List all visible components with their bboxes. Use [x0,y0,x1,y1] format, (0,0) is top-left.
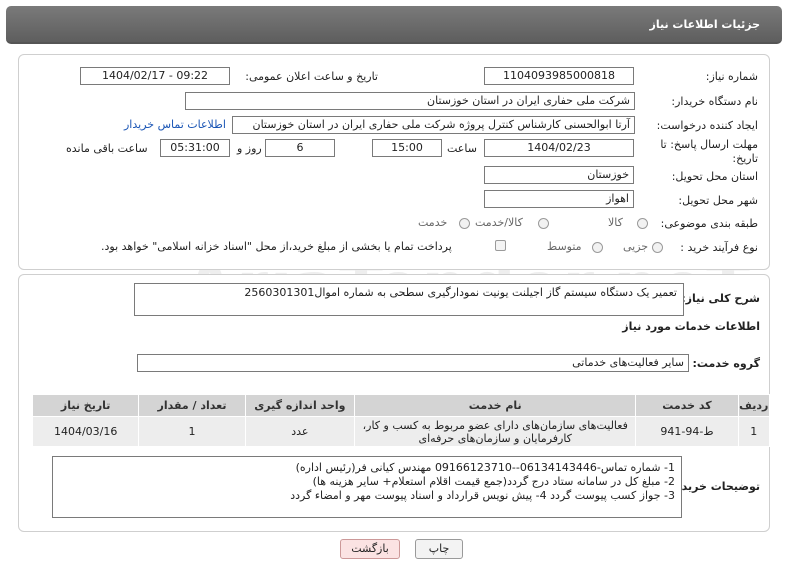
process-minor-label: جزیی [623,240,649,253]
deadline-time-field: 15:00 [372,139,442,157]
need-number-field: 1104093985000818 [484,67,634,85]
days-label: روز و [237,142,262,155]
back-button[interactable]: بازگشت [340,539,400,559]
cell-name-line2: کارفرمایان و سازمان‌های حرفه‌ای [418,431,572,445]
treasury-checkbox[interactable] [495,240,506,251]
remaining-time-field: 05:31:00 [160,139,230,157]
category-service-radio[interactable] [459,218,470,229]
contact-info-link[interactable]: اطلاعات تماس خریدار [124,118,226,131]
header-bar: جزئیات اطلاعات نیاز [6,6,782,44]
services-table: ردیف کد خدمت نام خدمت واحد اندازه گیری ت… [31,394,771,447]
city-field: اهواز [484,190,634,208]
deadline-date-field: 1404/02/23 [484,139,634,157]
category-goods-label: کالا [608,216,623,229]
requester-field: آرتا ابوالحسنی کارشناس کنترل پروژه شرکت … [232,116,635,134]
print-button[interactable]: چاپ [415,539,463,559]
process-minor-radio[interactable] [652,242,663,253]
category-label: طبقه بندی موضوعی: [660,217,758,230]
process-label: نوع فرآیند خرید : [680,241,758,254]
cell-date: 1404/03/16 [31,416,140,447]
remaining-time-label: ساعت باقی مانده [66,142,148,155]
cell-unit: عدد [244,416,356,447]
col-date: تاریخ نیاز [31,394,140,417]
announce-date-field: 1404/02/17 - 09:22 [80,67,230,85]
days-field: 6 [265,139,335,157]
deadline-time-label: ساعت [447,142,477,155]
category-goods-radio[interactable] [637,218,648,229]
col-name: نام خدمت [354,394,637,417]
province-field: خوزستان [484,166,634,184]
need-info-panel [18,54,770,270]
process-medium-label: متوسط [547,240,582,253]
page-title: جزئیات اطلاعات نیاز [649,18,761,31]
buyer-notes-line-1: 1- شماره تماس-06134143446--09166123710 م… [295,461,675,474]
table-row: 1 ط-94-941 فعالیت‌های سازمان‌های دارای ع… [31,416,771,447]
province-label: استان محل تحویل: [671,170,758,183]
buyer-notes-line-2: 2- مبلغ کل در سامانه ستاد درج گردد(جمع ق… [312,475,675,488]
table-header-row: ردیف کد خدمت نام خدمت واحد اندازه گیری ت… [31,394,771,417]
process-medium-radio[interactable] [592,242,603,253]
cell-name-line1: فعالیت‌های سازمان‌های دارای عضو مربوط به… [362,418,628,432]
col-row: ردیف [737,394,771,417]
cell-name: فعالیت‌های سازمان‌های دارای عضو مربوط به… [354,416,637,447]
cell-code: ط-94-941 [635,416,739,447]
cell-qty: 1 [138,416,246,447]
cell-row: 1 [737,416,771,447]
description-label: شرح کلی نیاز: [681,292,760,305]
requester-label: ایجاد کننده درخواست: [656,119,758,132]
announce-date-label: تاریخ و ساعت اعلان عمومی: [245,70,378,83]
need-number-label: شماره نیاز: [705,70,758,83]
col-qty: تعداد / مقدار [138,394,246,417]
buyer-org-label: نام دستگاه خریدار: [671,95,758,108]
category-service-label: خدمت [418,216,448,229]
description-text: تعمیر یک دستگاه سیستم گاز اجیلنت یونیت ن… [244,286,677,299]
city-label: شهر محل تحویل: [678,194,758,207]
description-textarea: تعمیر یک دستگاه سیستم گاز اجیلنت یونیت ن… [134,283,684,316]
buyer-notes-line-3: 3- جواز کسب پیوست گردد 4- پیش نویس قرارد… [290,489,675,502]
services-section-title: اطلاعات خدمات مورد نیاز [622,320,760,333]
service-group-label: گروه خدمت: [692,357,760,370]
buyer-notes-textarea: 1- شماره تماس-06134143446--09166123710 م… [52,456,682,518]
deadline-label: مهلت ارسال پاسخ: تا [660,138,758,151]
service-group-field: سایر فعالیت‌های خدماتی [137,354,689,372]
category-goods-service-radio[interactable] [538,218,549,229]
category-goods-service-label: کالا/خدمت [475,216,523,229]
buyer-org-field: شرکت ملی حفاری ایران در استان خوزستان [185,92,635,110]
payment-note: پرداخت تمام یا بخشی از مبلغ خرید،از محل … [101,240,452,253]
col-code: کد خدمت [635,394,739,417]
deadline-date-label: تاریخ: [732,152,758,165]
col-unit: واحد اندازه گیری [244,394,356,417]
